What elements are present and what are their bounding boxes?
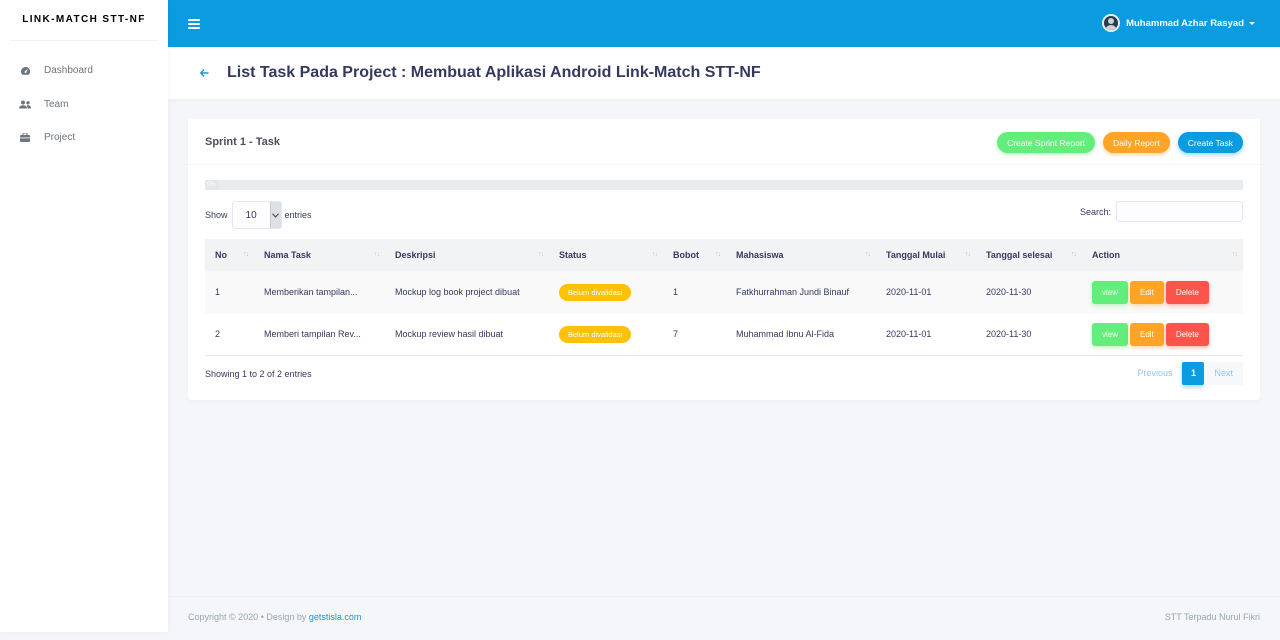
- task-card: Sprint 1 - Task Create Sprint Report Dai…: [188, 119, 1260, 400]
- page-title: List Task Pada Project : Membuat Aplikas…: [227, 64, 761, 81]
- edit-button[interactable]: Edit: [1130, 280, 1164, 304]
- column-header-action[interactable]: Action ↑↓: [1082, 239, 1243, 271]
- cell-end-date: 2020-11-30: [986, 287, 1032, 297]
- menu-toggle-icon[interactable]: [188, 18, 200, 29]
- sort-icon: ↑↓: [865, 251, 871, 258]
- sidebar-item-dashboard[interactable]: Dashboard: [0, 54, 168, 88]
- sort-icon: ↑↓: [243, 251, 249, 258]
- dashboard-icon: [19, 65, 31, 77]
- table-row: 2 Memberi tampilan Rev... Mockup review …: [205, 313, 1243, 355]
- entries-value: 10: [245, 209, 257, 221]
- show-label: Show: [205, 210, 228, 220]
- users-icon: [19, 98, 31, 110]
- delete-button[interactable]: Delete: [1165, 280, 1209, 304]
- footer-left: Copyright © 2020 • Design by getstisla.c…: [188, 612, 361, 622]
- cell-actions: view Edit Delete: [1082, 271, 1243, 313]
- cell-mahasiswa: Muhammad Ibnu Al-Fida: [736, 329, 835, 339]
- next-page-button[interactable]: Next: [1204, 362, 1243, 385]
- brand-logo[interactable]: LINK-MATCH STT-NF: [10, 0, 158, 41]
- cell-description: Mockup review hasil dibuat: [395, 329, 504, 339]
- sort-icon: ↑↓: [965, 251, 971, 258]
- cell-mahasiswa: Fatkhurrahman Jundi Binauf: [736, 287, 850, 297]
- sidebar-item-label: Project: [44, 132, 76, 144]
- sidebar-item-label: Team: [44, 98, 69, 110]
- status-badge: Belum divalidasi: [559, 283, 632, 301]
- view-button[interactable]: view: [1092, 322, 1129, 346]
- progress-bar: 0%: [205, 180, 1243, 190]
- user-name: Muhammad Azhar Rasyad: [1126, 17, 1244, 29]
- chevron-down-icon: [269, 202, 281, 228]
- cell-end-date: 2020-11-30: [986, 329, 1032, 339]
- entries-control: Show 10 entries: [205, 201, 312, 229]
- sidebar: LINK-MATCH STT-NF Dashboard Team Project: [0, 0, 168, 632]
- top-navbar: Muhammad Azhar Rasyad: [168, 0, 1280, 47]
- sort-icon: ↑↓: [715, 251, 721, 258]
- entries-select[interactable]: 10: [231, 201, 282, 229]
- create-task-button[interactable]: Create Task: [1177, 132, 1243, 153]
- cell-bobot: 1: [673, 287, 679, 297]
- column-header-bobot[interactable]: Bobot ↑↓: [663, 239, 726, 271]
- search-input[interactable]: [1116, 201, 1243, 222]
- back-arrow-icon[interactable]: [199, 66, 209, 80]
- pagination: Previous 1 Next: [1127, 362, 1243, 385]
- view-button[interactable]: view: [1092, 280, 1129, 304]
- table-row: 1 Memberikan tampilan... Mockup log book…: [205, 271, 1243, 313]
- cell-start-date: 2020-11-01: [886, 287, 932, 297]
- entries-label: entries: [284, 210, 312, 220]
- cell-status: Belum divalidasi: [549, 271, 663, 313]
- briefcase-icon: [19, 132, 31, 144]
- sidebar-item-project[interactable]: Project: [0, 121, 168, 155]
- edit-button[interactable]: Edit: [1130, 322, 1164, 346]
- sort-icon: ↑↓: [1232, 251, 1238, 258]
- design-by-text: Design by: [266, 611, 307, 622]
- cell-no: 2: [215, 329, 221, 339]
- cell-actions: view Edit Delete: [1082, 313, 1243, 355]
- column-header-status[interactable]: Status ↑↓: [549, 239, 663, 271]
- cell-start-date: 2020-11-01: [886, 329, 932, 339]
- create-sprint-report-button[interactable]: Create Sprint Report: [997, 132, 1096, 153]
- design-link[interactable]: getstisla.com: [309, 612, 362, 622]
- sort-icon: ↑↓: [374, 251, 380, 258]
- cell-bobot: 7: [673, 329, 679, 339]
- column-header-mahasiswa[interactable]: Mahasiswa ↑↓: [726, 239, 876, 271]
- table-info: Showing 1 to 2 of 2 entries: [205, 369, 312, 379]
- daily-report-button[interactable]: Daily Report: [1103, 132, 1170, 153]
- cell-no: 1: [215, 287, 221, 297]
- cell-task: Memberi tampilan Rev...: [264, 329, 361, 339]
- sort-icon: ↑↓: [538, 251, 544, 258]
- cell-status: Belum divalidasi: [549, 313, 663, 355]
- page-1-button[interactable]: 1: [1182, 362, 1205, 385]
- card-title: Sprint 1 - Task: [205, 135, 280, 148]
- table-header-row: No ↑↓ Nama Task ↑↓ Deskripsi ↑↓ Status ↑↓ Bo…: [205, 239, 1243, 271]
- card-header: Sprint 1 - Task Create Sprint Report Dai…: [188, 119, 1260, 165]
- column-header-deskripsi[interactable]: Deskripsi ↑↓: [385, 239, 549, 271]
- chevron-down-icon: [1249, 21, 1255, 25]
- sidebar-item-team[interactable]: Team: [0, 88, 168, 122]
- copyright-text: Copyright © 2020: [188, 611, 259, 622]
- column-header-tanggal-mulai[interactable]: Tanggal Mulai ↑↓: [876, 239, 976, 271]
- previous-page-button[interactable]: Previous: [1127, 362, 1182, 385]
- avatar: [1102, 14, 1121, 32]
- sort-icon: ↑↓: [1071, 251, 1077, 258]
- progress-label: 0%: [205, 180, 219, 190]
- user-dropdown[interactable]: Muhammad Azhar Rasyad: [1102, 14, 1255, 32]
- delete-button[interactable]: Delete: [1165, 322, 1209, 346]
- table-search: Search:: [1080, 201, 1243, 222]
- column-header-tanggal-selesai[interactable]: Tanggal selesai ↑↓: [976, 239, 1082, 271]
- search-label: Search:: [1079, 206, 1111, 217]
- cell-task: Memberikan tampilan...: [264, 287, 358, 297]
- cell-description: Mockup log book project dibuat: [395, 287, 520, 297]
- sidebar-item-label: Dashboard: [44, 65, 93, 77]
- footer-right: STT Terpadu Nurul Fikri: [1164, 611, 1260, 622]
- column-header-nama-task[interactable]: Nama Task ↑↓: [254, 239, 385, 271]
- footer: Copyright © 2020 • Design by getstisla.c…: [168, 596, 1280, 636]
- status-badge: Belum divalidasi: [559, 325, 632, 343]
- task-table: No ↑↓ Nama Task ↑↓ Deskripsi ↑↓ Status ↑↓ Bo…: [205, 239, 1243, 355]
- section-header: List Task Pada Project : Membuat Aplikas…: [168, 47, 1280, 99]
- sort-icon: ↑↓: [652, 251, 658, 258]
- divider: [205, 355, 1243, 356]
- sidebar-menu: Dashboard Team Project: [0, 54, 168, 155]
- column-header-no[interactable]: No ↑↓: [205, 239, 254, 271]
- header-buttons: Create Sprint Report Daily Report Create…: [997, 132, 1243, 153]
